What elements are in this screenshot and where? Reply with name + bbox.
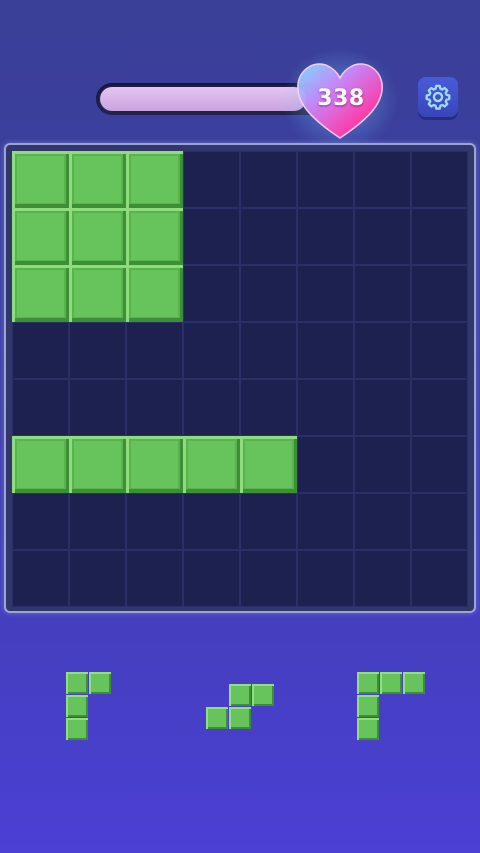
board-cell-filled[interactable] — [69, 151, 126, 208]
board-cell-empty[interactable] — [69, 550, 126, 607]
board-cell-empty[interactable] — [411, 379, 468, 436]
board-cell-empty[interactable] — [411, 436, 468, 493]
board-cell-empty[interactable] — [297, 208, 354, 265]
score-value: 338 — [317, 86, 365, 111]
board-cell-empty[interactable] — [354, 550, 411, 607]
board-cell-empty[interactable] — [297, 493, 354, 550]
piece-block — [229, 684, 251, 706]
board-cell-empty[interactable] — [69, 379, 126, 436]
board-cell-empty[interactable] — [297, 379, 354, 436]
piece-block — [357, 695, 379, 717]
board-cell-empty[interactable] — [240, 493, 297, 550]
board-cell-filled[interactable] — [12, 208, 69, 265]
top-bar: 338 — [0, 0, 480, 152]
board-cell-empty[interactable] — [183, 322, 240, 379]
board-cell-empty[interactable] — [354, 436, 411, 493]
board-cell-filled[interactable] — [12, 151, 69, 208]
board-cell-empty[interactable] — [126, 379, 183, 436]
l-corner-piece[interactable] — [66, 672, 112, 741]
board-cell-filled[interactable] — [12, 436, 69, 493]
board-cell-empty[interactable] — [126, 550, 183, 607]
board-cell-empty[interactable] — [297, 436, 354, 493]
board-cell-filled[interactable] — [240, 436, 297, 493]
board-cell-empty[interactable] — [297, 151, 354, 208]
piece-tray — [0, 640, 480, 780]
piece-block — [357, 718, 379, 740]
board-cell-empty[interactable] — [297, 322, 354, 379]
board-cell-empty[interactable] — [240, 151, 297, 208]
piece-block — [206, 707, 228, 729]
piece-block — [252, 684, 274, 706]
board-cell-empty[interactable] — [12, 550, 69, 607]
board-cell-empty[interactable] — [297, 265, 354, 322]
board-cell-empty[interactable] — [183, 265, 240, 322]
board-cell-empty[interactable] — [354, 265, 411, 322]
board-cell-filled[interactable] — [126, 265, 183, 322]
piece-block — [357, 672, 379, 694]
board-cell-empty[interactable] — [69, 322, 126, 379]
board-cell-empty[interactable] — [126, 322, 183, 379]
board-cell-empty[interactable] — [240, 322, 297, 379]
board-cell-filled[interactable] — [126, 208, 183, 265]
board-cell-empty[interactable] — [354, 379, 411, 436]
board-cell-empty[interactable] — [240, 265, 297, 322]
board-grid[interactable] — [12, 151, 468, 607]
big-l-corner-piece[interactable] — [357, 672, 426, 741]
board-cell-empty[interactable] — [183, 493, 240, 550]
board-cell-filled[interactable] — [12, 265, 69, 322]
board-cell-empty[interactable] — [69, 493, 126, 550]
piece-block — [66, 672, 88, 694]
board-cell-empty[interactable] — [240, 379, 297, 436]
board-cell-filled[interactable] — [126, 436, 183, 493]
board-cell-empty[interactable] — [411, 493, 468, 550]
board-cell-empty[interactable] — [411, 322, 468, 379]
board-cell-filled[interactable] — [69, 265, 126, 322]
gear-icon — [425, 84, 451, 110]
settings-button[interactable] — [418, 77, 458, 117]
game-board[interactable] — [4, 143, 476, 613]
board-cell-empty[interactable] — [240, 208, 297, 265]
board-cell-empty[interactable] — [354, 151, 411, 208]
piece-block — [229, 707, 251, 729]
board-cell-empty[interactable] — [12, 493, 69, 550]
board-cell-empty[interactable] — [183, 208, 240, 265]
progress-fill — [100, 87, 306, 111]
piece-block — [66, 695, 88, 717]
board-cell-empty[interactable] — [12, 322, 69, 379]
piece-block — [89, 672, 111, 694]
board-cell-empty[interactable] — [183, 550, 240, 607]
board-cell-empty[interactable] — [411, 550, 468, 607]
piece-block — [380, 672, 402, 694]
board-cell-empty[interactable] — [297, 550, 354, 607]
board-cell-empty[interactable] — [12, 379, 69, 436]
board-cell-empty[interactable] — [240, 550, 297, 607]
board-cell-filled[interactable] — [183, 436, 240, 493]
board-cell-filled[interactable] — [126, 151, 183, 208]
piece-block — [403, 672, 425, 694]
board-cell-empty[interactable] — [354, 493, 411, 550]
board-cell-empty[interactable] — [354, 208, 411, 265]
board-cell-empty[interactable] — [411, 265, 468, 322]
s-shape-piece[interactable] — [206, 684, 275, 730]
piece-block — [66, 718, 88, 740]
board-cell-empty[interactable] — [183, 379, 240, 436]
board-cell-empty[interactable] — [411, 151, 468, 208]
board-cell-empty[interactable] — [411, 208, 468, 265]
board-cell-filled[interactable] — [69, 208, 126, 265]
board-cell-empty[interactable] — [126, 493, 183, 550]
score-heart: 338 — [282, 48, 398, 152]
board-cell-empty[interactable] — [183, 151, 240, 208]
board-cell-filled[interactable] — [69, 436, 126, 493]
board-cell-empty[interactable] — [354, 322, 411, 379]
